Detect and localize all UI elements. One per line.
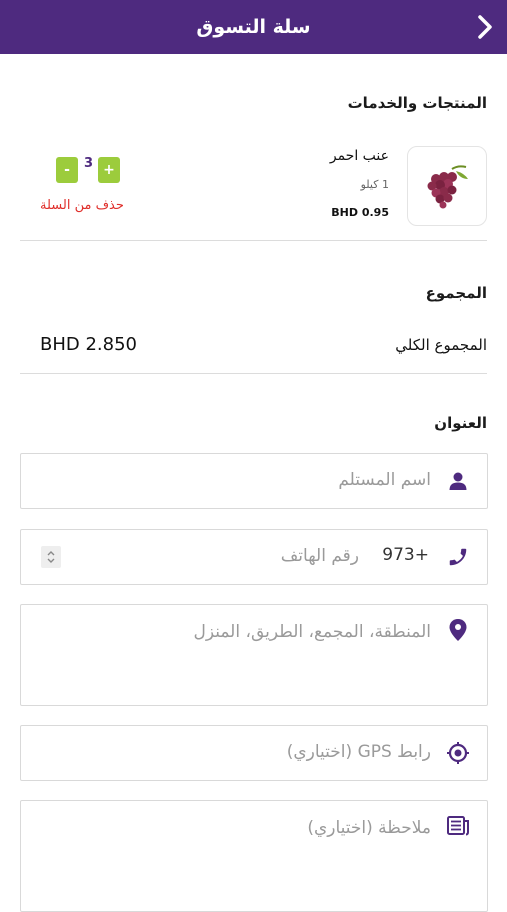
increase-quantity-button[interactable]: + — [98, 157, 120, 183]
phone-icon — [447, 546, 469, 568]
address-section-title: العنوان — [434, 414, 487, 432]
divider — [20, 373, 487, 374]
gps-link-field[interactable]: رابط GPS (اختياري) — [20, 725, 488, 781]
recipient-name-field[interactable]: اسم المستلم — [20, 453, 488, 509]
grapes-icon — [427, 165, 468, 209]
stepper-arrows-icon — [47, 551, 55, 563]
chevron-right-icon — [478, 15, 492, 39]
quantity-value: 3 — [84, 156, 94, 171]
location-pin-icon — [447, 619, 469, 641]
phone-field[interactable]: 973+ رقم الهاتف — [20, 529, 488, 585]
product-image[interactable] — [407, 146, 487, 226]
gps-target-icon — [447, 742, 469, 764]
total-label: المجموع الكلي — [395, 336, 487, 354]
note-field[interactable]: ملاحظة (اختياري) — [20, 800, 488, 912]
country-code: 973+ — [382, 545, 429, 565]
total-section-title: المجموع — [425, 284, 487, 302]
product-price: BHD 0.95 — [331, 206, 389, 219]
app-header: سلة التسوق — [0, 0, 507, 54]
address-placeholder: المنطقة، المجمع، الطريق، المنزل — [193, 622, 431, 642]
number-stepper[interactable] — [41, 546, 61, 568]
note-icon — [447, 815, 469, 837]
note-placeholder: ملاحظة (اختياري) — [307, 818, 431, 838]
remove-from-cart-link[interactable]: حذف من السلة — [40, 198, 124, 213]
recipient-name-placeholder: اسم المستلم — [338, 470, 431, 490]
divider — [20, 240, 487, 241]
person-icon — [447, 470, 469, 492]
phone-placeholder: رقم الهاتف — [280, 546, 359, 566]
page-title: سلة التسوق — [196, 16, 311, 38]
decrease-quantity-button[interactable]: - — [56, 157, 78, 183]
product-name: عنب احمر — [329, 148, 389, 164]
gps-link-placeholder: رابط GPS (اختياري) — [286, 742, 431, 762]
address-field[interactable]: المنطقة، المجمع، الطريق، المنزل — [20, 604, 488, 706]
products-section-title: المنتجات والخدمات — [347, 94, 487, 112]
total-value: BHD 2.850 — [40, 334, 137, 355]
product-unit: 1 كيلو — [360, 178, 389, 191]
back-button[interactable] — [473, 12, 497, 42]
